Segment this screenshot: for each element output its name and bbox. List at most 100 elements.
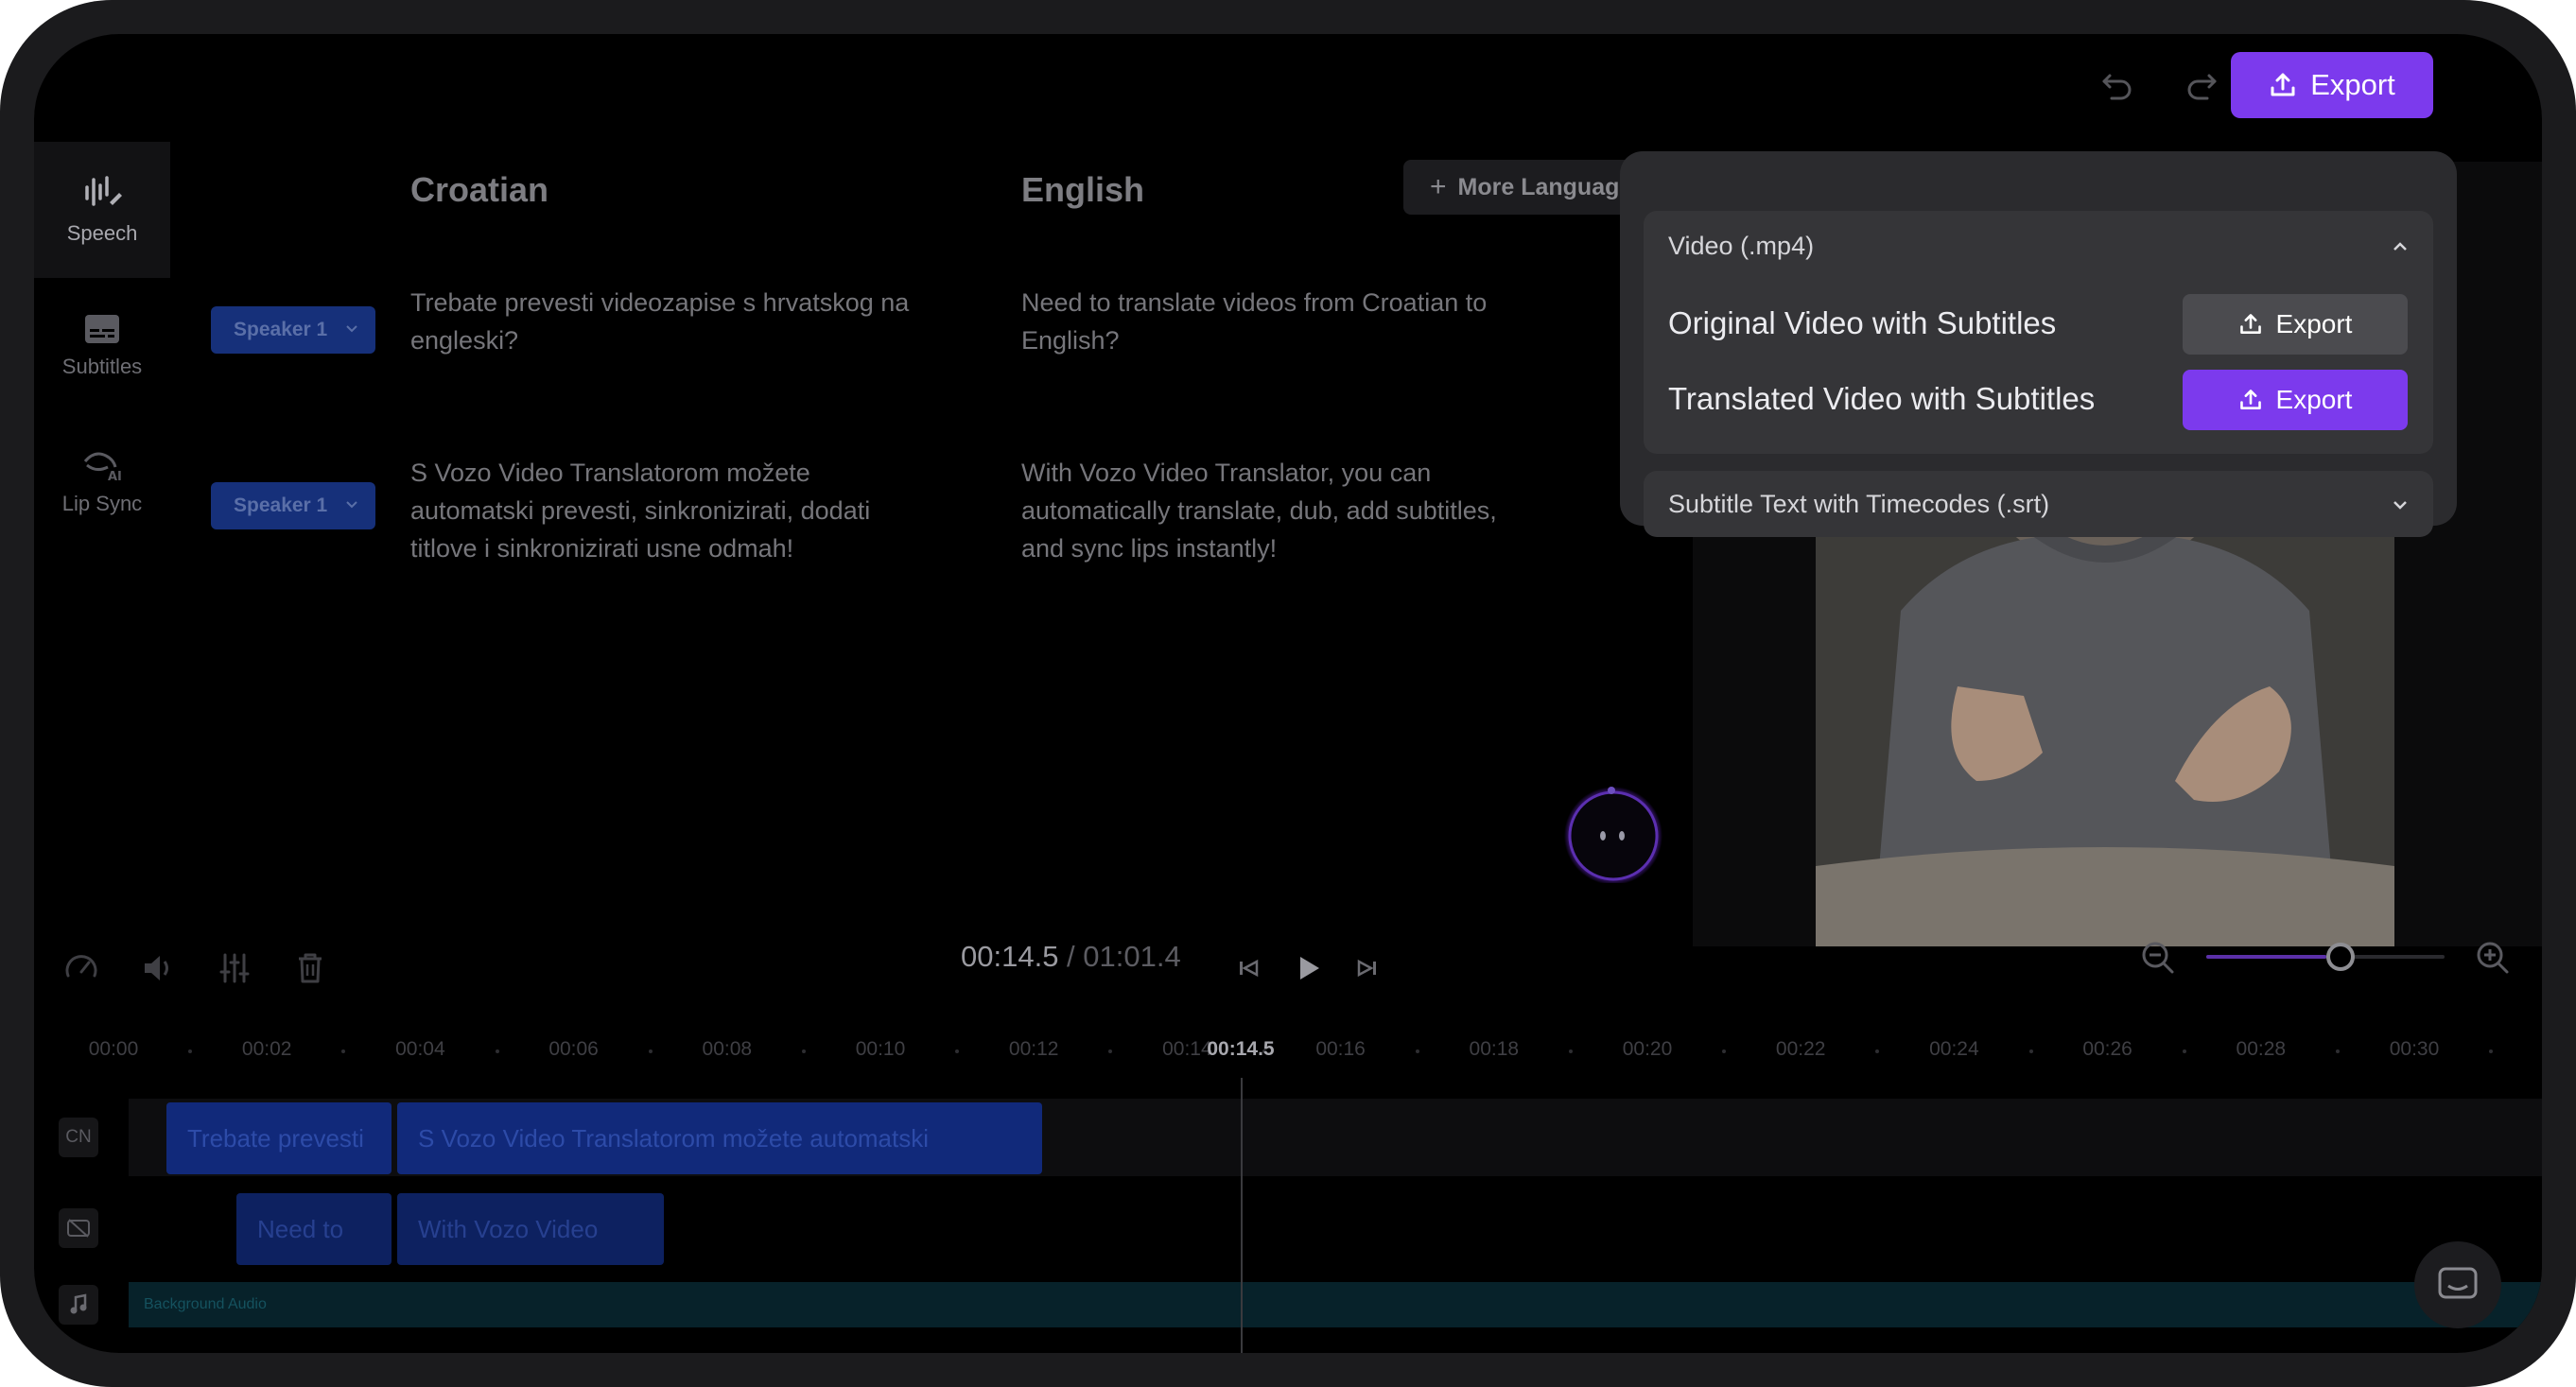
lip-sync-icon: AI — [83, 452, 122, 482]
assistant-bot-icon[interactable] — [1561, 779, 1665, 883]
timeline-tick-label: 00:12 — [1008, 1038, 1059, 1060]
time-separator: / — [1058, 940, 1084, 973]
timeline-tick-dot — [648, 1049, 653, 1053]
srt-export-section[interactable]: Subtitle Text with Timecodes (.srt) — [1644, 471, 2433, 537]
export-button-label: Export — [2310, 68, 2395, 101]
background-audio-track[interactable]: Background Audio — [129, 1282, 2542, 1327]
source-text[interactable]: S Vozo Video Translatorom možete automat… — [410, 454, 940, 567]
sidebar-item-subtitles[interactable]: Subtitles — [34, 278, 170, 414]
playhead-line[interactable] — [1241, 1078, 1243, 1353]
timeline-tick-label: 00:08 — [702, 1038, 753, 1060]
timeline-tick-dot — [188, 1049, 193, 1053]
timeline-tick-dot — [1568, 1049, 1573, 1053]
timeline-tick-dot — [495, 1049, 499, 1053]
timeline-tick-label: 00:02 — [241, 1038, 292, 1060]
timeline-tick-dot — [2489, 1049, 2494, 1053]
volume-icon[interactable] — [139, 949, 177, 987]
caption-off-icon[interactable] — [59, 1208, 98, 1248]
track-language-badge: CN — [59, 1118, 98, 1157]
subtitle-clip[interactable]: Trebate prevesti — [166, 1102, 392, 1174]
sidebar-item-speech[interactable]: Speech — [34, 142, 170, 278]
chevron-down-icon — [346, 501, 357, 509]
zoom-out-icon[interactable] — [2139, 939, 2177, 977]
chevron-down-icon — [346, 325, 357, 333]
timeline-tick-dot — [1722, 1049, 1727, 1053]
more-languages-label: More Languag — [1457, 173, 1620, 200]
zoom-in-icon[interactable] — [2474, 939, 2512, 977]
export-button[interactable]: Export — [2231, 52, 2433, 118]
zoom-slider[interactable] — [2206, 955, 2445, 959]
subtitle-clip[interactable]: With Vozo Video — [397, 1193, 664, 1265]
video-section-header[interactable]: Video (.mp4) — [1668, 232, 1814, 261]
upload-icon — [2239, 314, 2261, 334]
chevron-down-icon — [2393, 501, 2407, 510]
background-audio-label: Background Audio — [144, 1296, 267, 1312]
export-option-label: Original Video with Subtitles — [1668, 305, 2057, 340]
video-preview[interactable] — [1816, 469, 2394, 946]
timeline-tick-label: 00:06 — [548, 1038, 599, 1060]
speed-icon[interactable] — [62, 949, 100, 987]
zoom-slider-fill — [2206, 955, 2326, 959]
timeline-tick-dot — [341, 1049, 346, 1053]
timeline-tick-dot — [1875, 1049, 1880, 1053]
timeline-tick-label: 00:18 — [1469, 1038, 1520, 1060]
total-time: 01:01.4 — [1083, 940, 1181, 973]
timeline-tick-label: 00:28 — [2236, 1038, 2287, 1060]
plus-icon: + — [1430, 171, 1447, 202]
timeline-tick-dot — [2182, 1049, 2186, 1053]
skip-back-icon[interactable] — [1229, 949, 1267, 987]
timeline-tick-dot — [955, 1049, 960, 1053]
timeline-tick-label: 00:14 — [1162, 1038, 1212, 1060]
sidebar-item-label: Speech — [66, 221, 138, 245]
svg-text:AI: AI — [108, 470, 122, 482]
device-frame: Export Speech Subtitles AI Lip Sync Croa… — [0, 0, 2576, 1387]
redo-icon[interactable] — [2183, 66, 2220, 104]
waveform-icon — [85, 176, 122, 206]
source-language-header: Croatian — [410, 170, 549, 209]
subtitles-icon — [85, 315, 119, 343]
srt-section-header: Subtitle Text with Timecodes (.srt) — [1668, 490, 2050, 518]
speaker-select[interactable]: Speaker 1 — [211, 306, 375, 354]
undo-icon[interactable] — [2098, 66, 2136, 104]
timeline-tick-label: 00:24 — [1929, 1038, 1979, 1060]
subtitle-clip[interactable]: Need to — [236, 1193, 392, 1265]
sidebar-item-label: Lip Sync — [61, 492, 143, 515]
timeline-tick-dot — [1415, 1049, 1419, 1053]
timeline-tick-label: 00:10 — [855, 1038, 906, 1060]
export-button-label: Export — [2275, 385, 2353, 414]
sidebar-item-label: Subtitles — [61, 355, 143, 378]
target-language-header: English — [1021, 170, 1145, 209]
upload-icon — [2239, 390, 2261, 409]
app-screen: Export Speech Subtitles AI Lip Sync Croa… — [34, 34, 2542, 1353]
timeline-tick-label: 00:26 — [2082, 1038, 2132, 1060]
export-original-button[interactable]: Export — [2183, 294, 2408, 355]
play-icon[interactable] — [1289, 949, 1327, 987]
zoom-slider-handle[interactable] — [2326, 943, 2355, 971]
timeline-tick-label: 00:22 — [1775, 1038, 1826, 1060]
chevron-up-icon[interactable] — [2391, 237, 2410, 256]
export-translated-button[interactable]: Export — [2183, 370, 2408, 430]
timeline-tick-dot — [801, 1049, 806, 1053]
speaker-label: Speaker 1 — [234, 494, 328, 516]
equalizer-icon[interactable] — [216, 949, 253, 987]
timeline-tick-label: 00:30 — [2389, 1038, 2440, 1060]
skip-forward-icon[interactable] — [1349, 949, 1386, 987]
video-frame-image — [1816, 469, 2394, 946]
speaker-label: Speaker 1 — [234, 319, 328, 340]
source-text[interactable]: Trebate prevesti videozapise s hrvatskog… — [410, 284, 940, 359]
timeline-tick-label: 00:16 — [1315, 1038, 1366, 1060]
timeline-tick-label: 00:04 — [395, 1038, 445, 1060]
target-text[interactable]: Need to translate videos from Croatian t… — [1021, 284, 1551, 359]
speaker-select[interactable]: Speaker 1 — [211, 482, 375, 529]
delete-icon[interactable] — [291, 949, 329, 987]
export-option-label: Translated Video with Subtitles — [1668, 381, 2096, 416]
chat-support-button[interactable] — [2414, 1241, 2501, 1328]
timeline-tick-dot — [1108, 1049, 1113, 1053]
playhead-time: 00:14.5 — [1207, 1038, 1275, 1060]
target-text[interactable]: With Vozo Video Translator, you can auto… — [1021, 454, 1532, 567]
subtitle-clip[interactable]: S Vozo Video Translatorom možete automat… — [397, 1102, 1042, 1174]
timeline-tick-dot — [2335, 1049, 2340, 1053]
sidebar-item-lip-sync[interactable]: AI Lip Sync — [34, 414, 170, 550]
upload-icon — [2271, 73, 2295, 96]
timeline-tick-label: 00:00 — [88, 1038, 139, 1060]
